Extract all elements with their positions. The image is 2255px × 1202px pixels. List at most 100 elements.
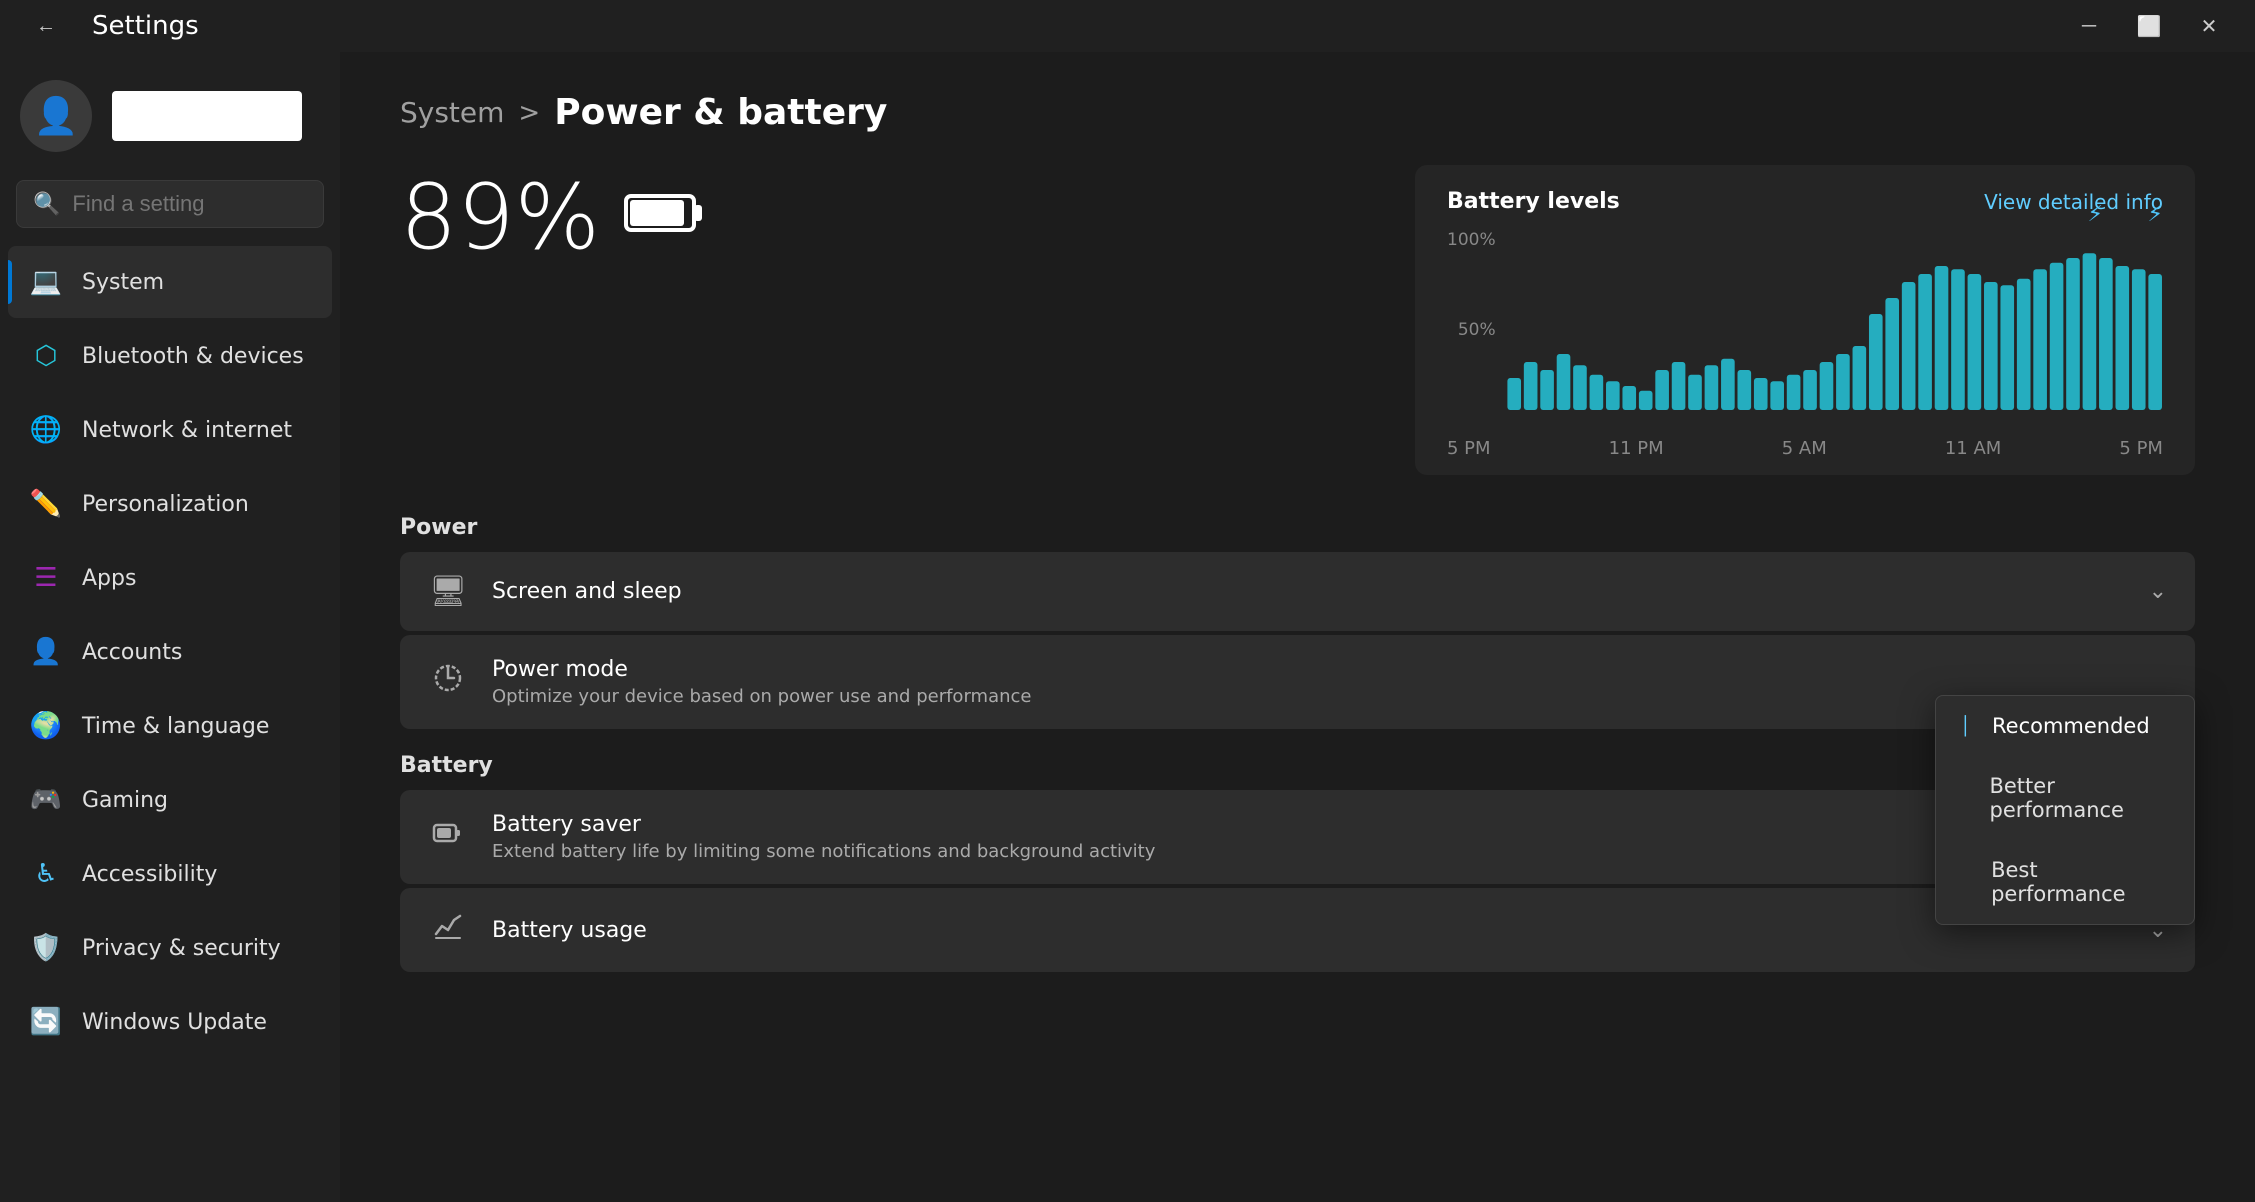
sidebar-item-time[interactable]: 🌍 Time & language <box>8 690 332 762</box>
chart-bar <box>2148 274 2162 410</box>
dropdown-item-best[interactable]: Best performance <box>1936 840 2194 924</box>
dropdown-label-better: Better performance <box>1989 774 2170 822</box>
search-box[interactable]: 🔍 <box>16 180 324 228</box>
dropdown-item-better[interactable]: Better performance <box>1936 756 2194 840</box>
chart-bar <box>2000 285 2014 410</box>
back-button[interactable]: ← <box>16 0 76 52</box>
breadcrumb-parent: System <box>400 96 504 129</box>
battery-icon <box>624 183 704 253</box>
search-icon: 🔍 <box>33 192 60 217</box>
chart-y-0 <box>1490 410 1495 430</box>
chart-bar <box>1754 378 1768 410</box>
nav-icon-bluetooth: ⬡ <box>28 338 64 374</box>
sidebar-item-network[interactable]: 🌐 Network & internet <box>8 394 332 466</box>
breadcrumb-separator: > <box>518 98 540 128</box>
sidebar-item-update[interactable]: 🔄 Windows Update <box>8 986 332 1058</box>
charging-icon-left: ⚡ <box>2088 202 2103 227</box>
chart-bar <box>1556 354 1570 410</box>
chart-bar <box>2033 269 2047 410</box>
chart-bar <box>2099 258 2113 410</box>
screen-sleep-title: Screen and sleep <box>492 579 2125 604</box>
chart-bar <box>2082 253 2096 410</box>
battery-usage-card[interactable]: Battery usage ⌄ <box>400 888 2195 972</box>
chart-bar <box>1934 266 1948 410</box>
sidebar-item-personalization[interactable]: ✏️ Personalization <box>8 468 332 540</box>
battery-percent: 89% <box>400 165 600 270</box>
chart-time-label: 5 PM <box>2119 438 2163 459</box>
nav-label-gaming: Gaming <box>82 788 168 813</box>
chart-bar <box>1951 269 1965 410</box>
chart-bar <box>1737 370 1751 410</box>
chart-bar <box>1918 274 1932 410</box>
window-controls: ─ ⬜ ✕ <box>2059 0 2239 52</box>
nav-icon-accounts: 👤 <box>28 634 64 670</box>
screen-sleep-text: Screen and sleep <box>492 579 2125 604</box>
battery-chart-svg <box>1506 230 2163 410</box>
battery-saver-card[interactable]: Battery saver Extend battery life by lim… <box>400 790 2195 884</box>
sidebar-item-privacy[interactable]: 🛡️ Privacy & security <box>8 912 332 984</box>
chart-bar <box>2132 269 2146 410</box>
nav-icon-network: 🌐 <box>28 412 64 448</box>
chart-time-label: 5 AM <box>1782 438 1827 459</box>
sidebar-item-apps[interactable]: ☰ Apps <box>8 542 332 614</box>
sidebar: 👤 🔍 💻 System ⬡ Bluetooth & devices 🌐 Net… <box>0 52 340 1202</box>
chart-bar <box>2016 279 2030 410</box>
chart-bar <box>1819 362 1833 410</box>
chart-area <box>1506 230 2163 410</box>
user-profile: 👤 <box>0 52 340 172</box>
chart-bar <box>1507 378 1521 410</box>
nav-label-personalization: Personalization <box>82 492 249 517</box>
sidebar-item-accounts[interactable]: 👤 Accounts <box>8 616 332 688</box>
screen-sleep-chevron: ⌄ <box>2149 579 2167 604</box>
restore-button[interactable]: ⬜ <box>2119 0 2179 52</box>
search-input[interactable] <box>72 191 340 217</box>
chart-bar <box>1671 362 1685 410</box>
battery-saver-desc: Extend battery life by limiting some not… <box>492 841 1951 862</box>
chart-bar <box>1721 359 1735 410</box>
chart-bar <box>2049 263 2063 410</box>
screen-sleep-icon: 🖥 <box>428 574 468 609</box>
power-mode-dropdown[interactable]: │ Recommended Better performance Best pe… <box>1935 695 2195 925</box>
chart-bar <box>1967 274 1981 410</box>
nav-label-bluetooth: Bluetooth & devices <box>82 344 304 369</box>
battery-usage-icon <box>428 910 468 950</box>
nav-icon-gaming: 🎮 <box>28 782 64 818</box>
chart-bar <box>1523 362 1537 410</box>
close-button[interactable]: ✕ <box>2179 0 2239 52</box>
search-container: 🔍 <box>0 172 340 244</box>
battery-saver-icon <box>428 817 468 857</box>
battery-saver-title: Battery saver <box>492 812 1951 837</box>
dropdown-item-recommended[interactable]: │ Recommended <box>1936 696 2194 756</box>
view-detailed-info-link[interactable]: View detailed info <box>1984 190 2163 214</box>
app-body: 👤 🔍 💻 System ⬡ Bluetooth & devices 🌐 Net… <box>0 52 2255 1202</box>
battery-chart-container: Battery levels View detailed info 100% 5… <box>1415 165 2195 475</box>
dropdown-label-recommended: Recommended <box>1992 714 2150 738</box>
chart-bar <box>1704 365 1718 410</box>
nav-icon-accessibility: ♿ <box>28 856 64 892</box>
nav-label-network: Network & internet <box>82 418 292 443</box>
sidebar-item-gaming[interactable]: 🎮 Gaming <box>8 764 332 836</box>
chart-bar <box>2066 258 2080 410</box>
title-bar: ← Settings ─ ⬜ ✕ <box>0 0 2255 52</box>
nav-icon-system: 💻 <box>28 264 64 300</box>
power-mode-title: Power mode <box>492 657 2167 682</box>
chart-bar <box>1770 381 1784 410</box>
dropdown-check-recommended: │ <box>1960 716 1980 737</box>
sidebar-item-system[interactable]: 💻 System <box>8 246 332 318</box>
chart-bar <box>1803 370 1817 410</box>
power-mode-card[interactable]: Power mode Optimize your device based on… <box>400 635 2195 729</box>
nav-label-accounts: Accounts <box>82 640 182 665</box>
nav-list: 💻 System ⬡ Bluetooth & devices 🌐 Network… <box>0 244 340 1060</box>
minimize-button[interactable]: ─ <box>2059 0 2119 52</box>
chart-y-50: 50% <box>1458 320 1496 340</box>
chart-bar <box>1638 391 1652 410</box>
screen-and-sleep-card[interactable]: 🖥 Screen and sleep ⌄ <box>400 552 2195 631</box>
chart-bar <box>1984 282 1998 410</box>
sidebar-item-accessibility[interactable]: ♿ Accessibility <box>8 838 332 910</box>
battery-usage-text: Battery usage <box>492 918 2125 943</box>
chart-bar <box>1540 370 1554 410</box>
chart-bar <box>1901 282 1915 410</box>
power-section-label: Power <box>400 515 2195 540</box>
chart-bar <box>1836 354 1850 410</box>
sidebar-item-bluetooth[interactable]: ⬡ Bluetooth & devices <box>8 320 332 392</box>
